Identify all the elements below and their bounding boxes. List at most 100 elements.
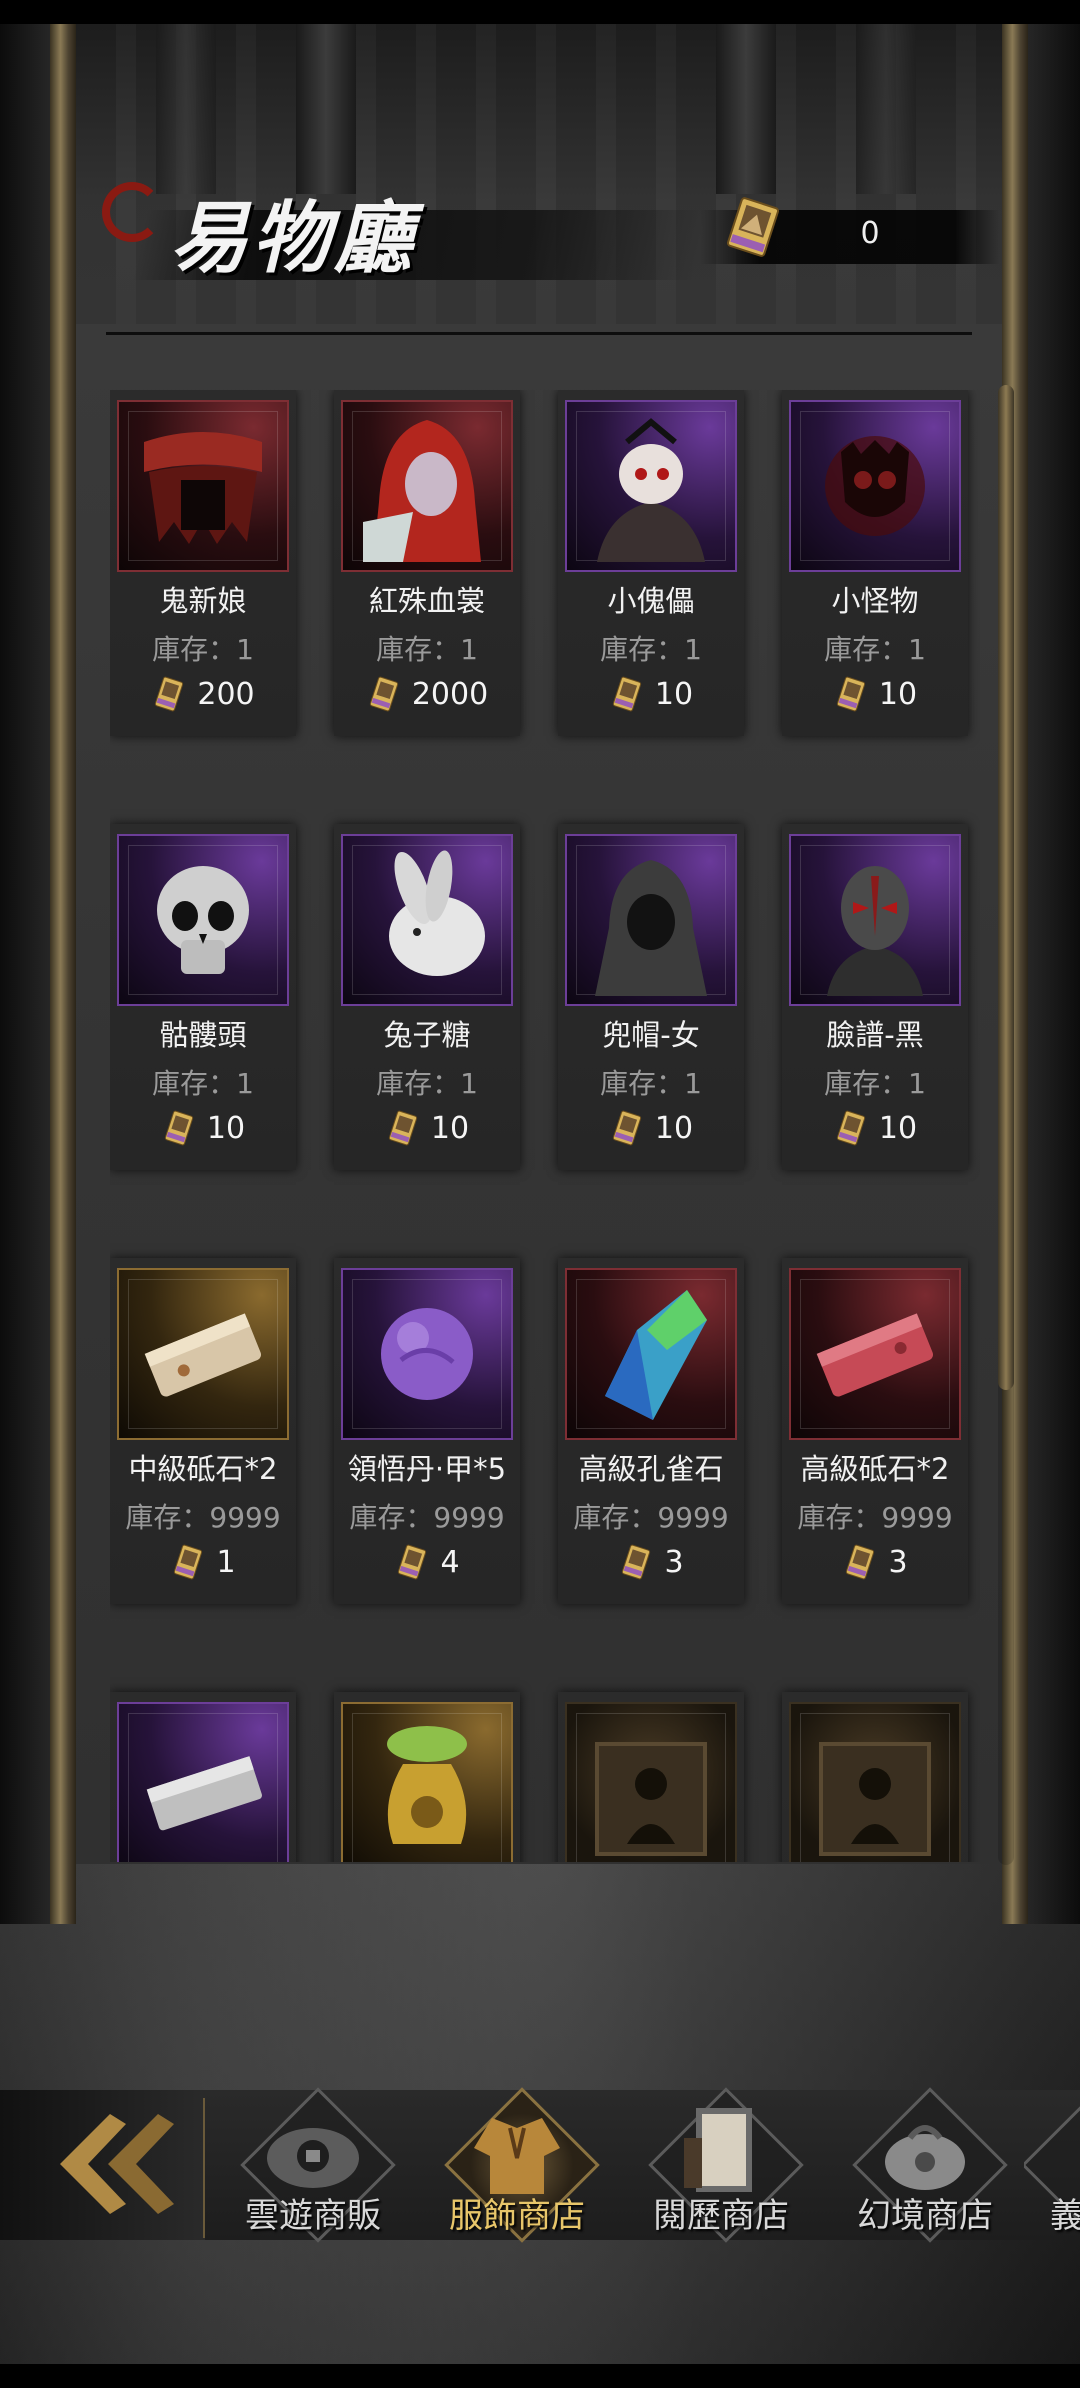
clothing-icon xyxy=(474,2118,560,2194)
tab-traveling-merchant[interactable]: 雲遊商販 xyxy=(208,2087,408,2248)
shop-item-card[interactable]: 小傀儡 庫存：1 10 xyxy=(558,390,744,736)
shop-item-card[interactable] xyxy=(110,1692,296,1862)
item-grid: 鬼新娘 庫存：1 200 紅殊血裳 庫存：1 2000 小傀儡 庫存：1 10 … xyxy=(110,390,980,1862)
price-value: 10 xyxy=(430,1110,470,1146)
silver-ingot-icon xyxy=(146,1756,262,1831)
item-frame xyxy=(789,1702,961,1862)
ticket-icon xyxy=(398,1544,427,1580)
scrollbar-thumb[interactable] xyxy=(998,385,1014,1390)
seal-icon xyxy=(102,182,162,242)
price-value: 1 xyxy=(216,1544,236,1580)
item-name: 兔子糖 xyxy=(383,1018,471,1052)
item-stock: 庫存：9999 xyxy=(573,1501,729,1534)
shop-item-card[interactable] xyxy=(558,1692,744,1862)
ticket-icon xyxy=(388,1110,418,1146)
item-name: 紅殊血裳 xyxy=(368,584,485,618)
item-stock: 庫存：1 xyxy=(824,1067,926,1100)
ticket-icon xyxy=(369,676,398,712)
header-divider xyxy=(106,332,972,335)
item-name: 中級砥石*2 xyxy=(128,1452,278,1486)
item-price: 200 xyxy=(110,674,296,714)
price-value: 10 xyxy=(878,676,918,712)
item-frame xyxy=(565,1268,737,1440)
nav-divider xyxy=(203,2098,205,2238)
left-wall xyxy=(0,24,50,1924)
back-button[interactable] xyxy=(0,2090,205,2240)
item-stock: 庫存：1 xyxy=(600,1067,702,1100)
opera-mask-icon xyxy=(827,866,923,996)
item-stock: 庫存：1 xyxy=(824,633,926,666)
money-bag-icon xyxy=(387,1726,467,1844)
item-price: 10 xyxy=(782,1108,968,1148)
purple-orb-icon xyxy=(381,1308,473,1400)
item-frame xyxy=(117,1268,289,1440)
price-value: 4 xyxy=(440,1544,460,1580)
item-name: 兜帽-女 xyxy=(602,1018,700,1052)
shop-item-card[interactable]: 高級孔雀石 庫存：9999 3 xyxy=(558,1258,744,1604)
item-name: 臉譜-黑 xyxy=(826,1018,924,1052)
shop-item-card[interactable]: 兜帽-女 庫存：1 10 xyxy=(558,824,744,1170)
shop-item-card[interactable]: 骷髏頭 庫存：1 10 xyxy=(110,824,296,1170)
item-price: 10 xyxy=(558,674,744,714)
item-price: 1 xyxy=(110,1542,296,1582)
shop-item-card[interactable]: 中級砥石*2 庫存：9999 1 xyxy=(110,1258,296,1604)
currency-value: 0 xyxy=(860,216,880,251)
puppet-icon xyxy=(597,418,705,562)
ticket-icon xyxy=(612,1110,642,1146)
right-wall xyxy=(1028,24,1080,1924)
traveling-merchant-icon xyxy=(267,2128,359,2188)
ticket-icon xyxy=(846,1544,875,1580)
malachite-crystal-icon xyxy=(605,1290,707,1420)
tab-experience-shop[interactable]: 閱歷商店 xyxy=(616,2087,816,2248)
item-stock: 庫存：1 xyxy=(600,633,702,666)
shop-item-card[interactable]: 高級砥石*2 庫存：9999 3 xyxy=(782,1258,968,1604)
shop-item-card[interactable] xyxy=(782,1692,968,1862)
shop-item-card[interactable] xyxy=(334,1692,520,1862)
item-name: 骷髏頭 xyxy=(159,1018,247,1052)
rabbit-icon xyxy=(389,850,485,976)
tab-illusion-shop[interactable]: 幻境商店 xyxy=(820,2087,1020,2248)
status-bar xyxy=(0,0,1080,24)
monster-mask-icon xyxy=(825,436,925,536)
tab-label: 閱歷商店 xyxy=(653,2196,789,2236)
page-title: 易物廳 xyxy=(170,193,417,284)
double-chevron-left-icon xyxy=(60,2114,174,2214)
shop-item-card[interactable]: 兔子糖 庫存：1 10 xyxy=(334,824,520,1170)
tab-partial[interactable]: 義 xyxy=(1024,2098,1080,2248)
skull-icon xyxy=(157,866,249,974)
ticket-icon xyxy=(726,197,780,257)
price-value: 3 xyxy=(664,1544,684,1580)
item-frame xyxy=(341,400,513,572)
shop-item-card[interactable]: 紅殊血裳 庫存：1 2000 xyxy=(334,390,520,736)
ticket-icon xyxy=(174,1544,203,1580)
item-price: 10 xyxy=(334,1108,520,1148)
price-value: 10 xyxy=(878,1110,918,1146)
item-price: 3 xyxy=(558,1542,744,1582)
item-frame xyxy=(789,400,961,572)
item-stock: 庫存：1 xyxy=(152,1067,254,1100)
shop-item-card[interactable]: 領悟丹·甲*5 庫存：9999 4 xyxy=(334,1258,520,1604)
shop-item-card[interactable]: 鬼新娘 庫存：1 200 xyxy=(110,390,296,736)
red-hooded-woman-icon xyxy=(363,420,481,562)
price-value: 3 xyxy=(888,1544,908,1580)
system-nav-bar xyxy=(0,2364,1080,2388)
price-value: 200 xyxy=(197,676,255,712)
item-name: 高級砥石*2 xyxy=(800,1452,950,1486)
tab-label: 義 xyxy=(1050,2196,1080,2236)
shop-item-card[interactable]: 臉譜-黑 庫存：1 10 xyxy=(782,824,968,1170)
hood-icon xyxy=(595,860,707,996)
item-price: 4 xyxy=(334,1542,520,1582)
left-pillar xyxy=(50,24,76,1924)
item-name: 鬼新娘 xyxy=(159,584,247,618)
item-frame xyxy=(341,834,513,1006)
item-name: 小怪物 xyxy=(831,584,919,618)
price-value: 10 xyxy=(206,1110,246,1146)
item-frame xyxy=(565,400,737,572)
shop-item-card[interactable]: 小怪物 庫存：1 10 xyxy=(782,390,968,736)
item-frame xyxy=(117,834,289,1006)
tab-clothing-shop[interactable]: 服飾商店 xyxy=(412,2087,612,2248)
item-name: 高級孔雀石 xyxy=(578,1452,724,1486)
red-whetstone-icon xyxy=(816,1313,933,1397)
tab-label: 雲遊商販 xyxy=(245,2196,381,2236)
ticket-icon xyxy=(622,1544,651,1580)
